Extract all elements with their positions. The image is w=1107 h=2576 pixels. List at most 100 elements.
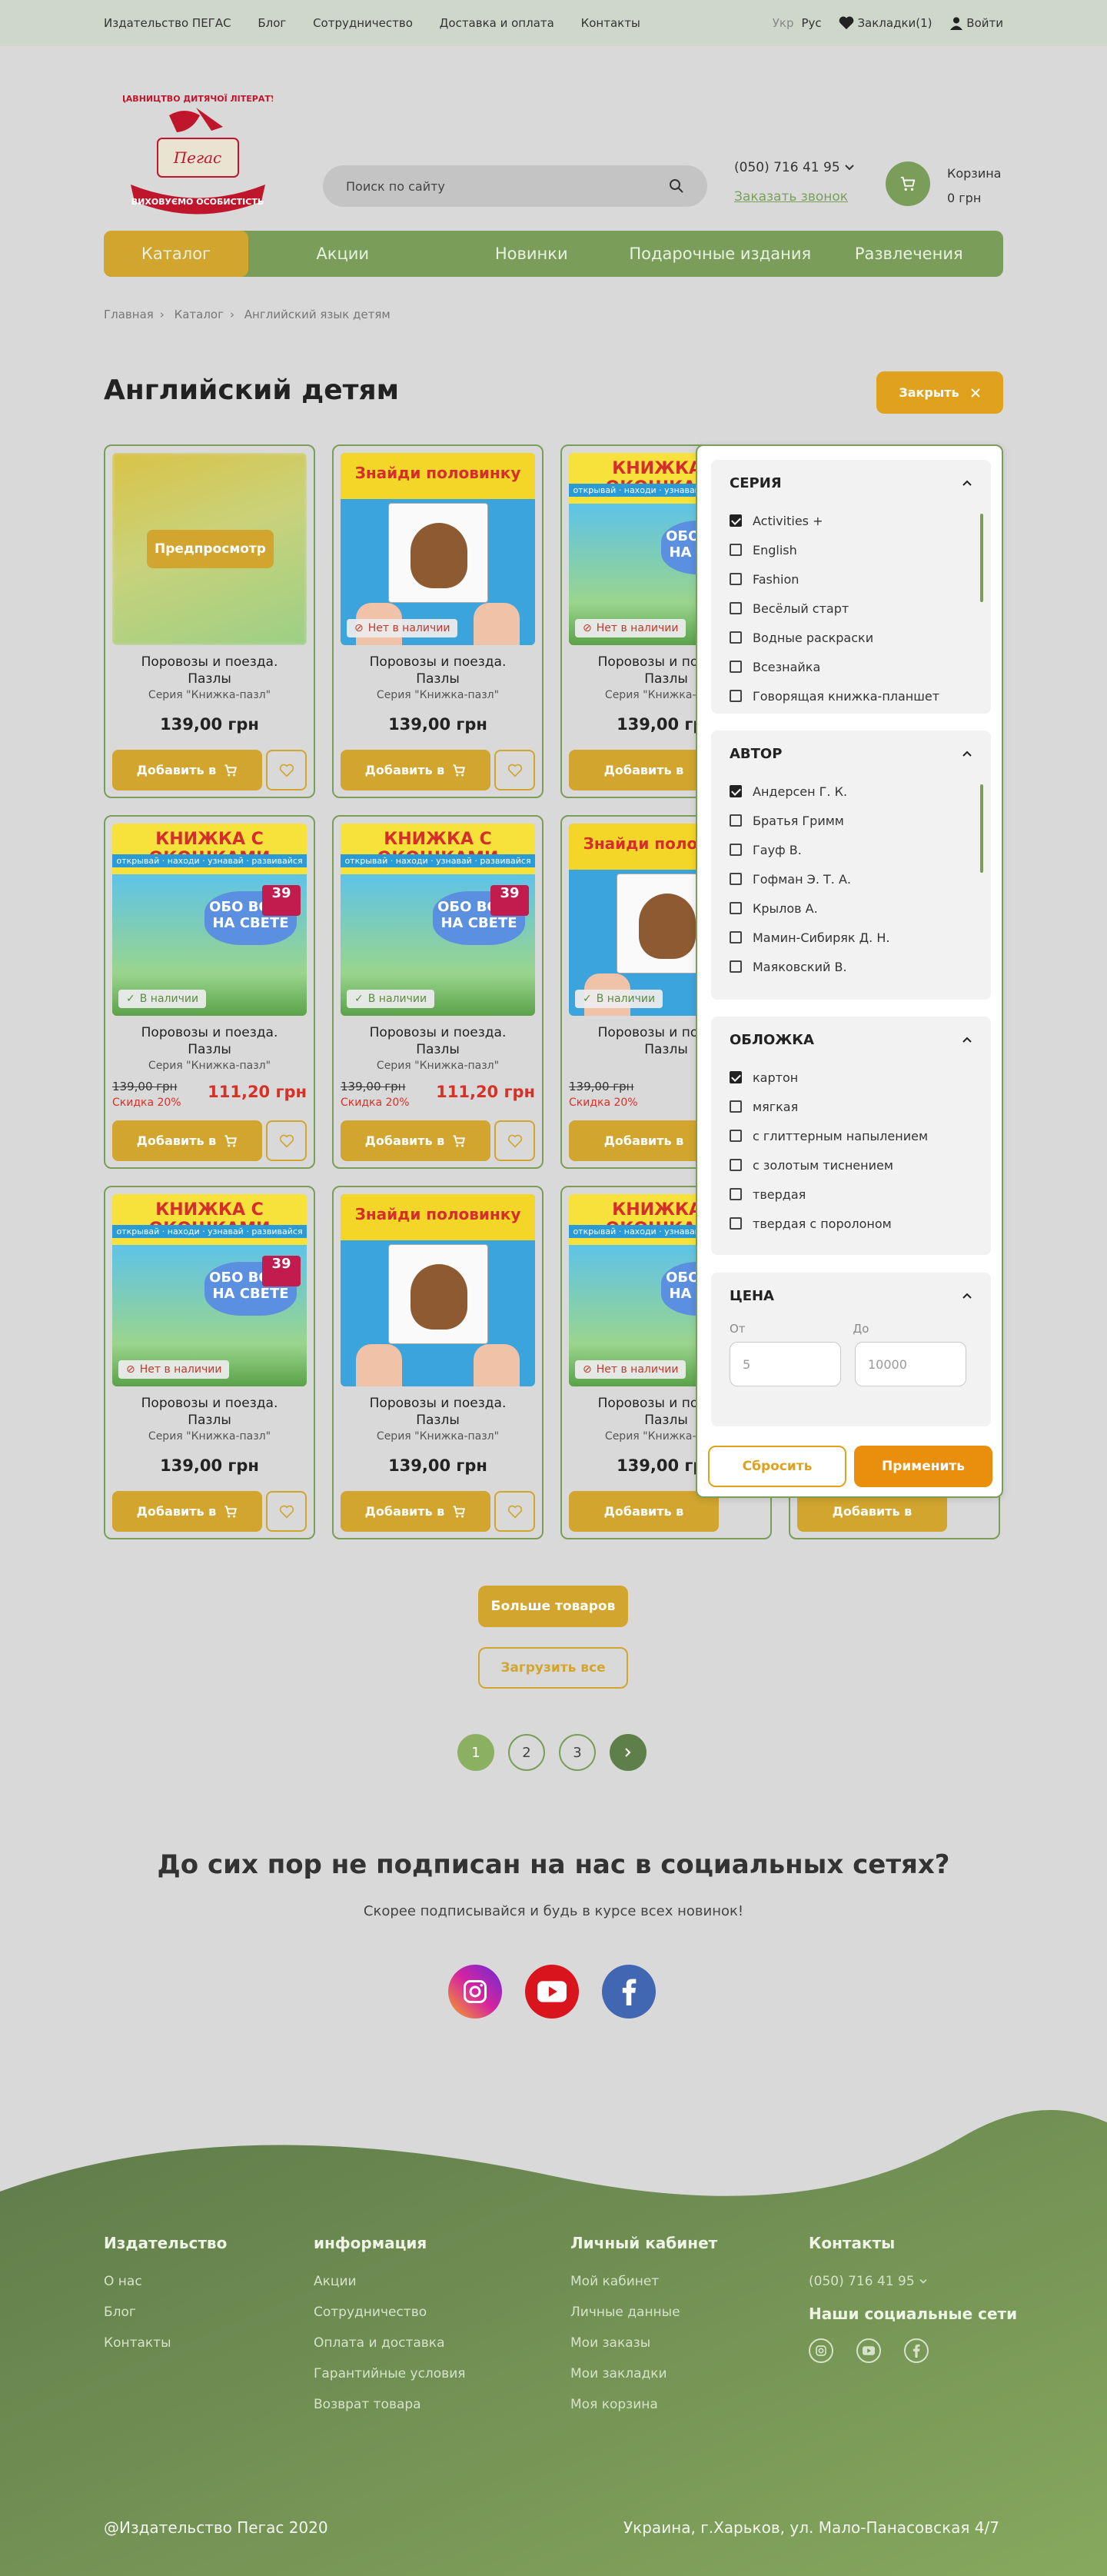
favorite-button[interactable]: [266, 750, 307, 790]
footer-link[interactable]: Моя корзина: [570, 2397, 717, 2412]
search-input[interactable]: Поиск по сайту: [323, 165, 707, 207]
product-name[interactable]: Поровозы и поездa. Пазлы: [105, 1395, 314, 1429]
nav-entertainment[interactable]: Развлечения: [815, 231, 1004, 277]
checkbox[interactable]: [730, 814, 742, 827]
filter-option[interactable]: Всезнайка: [730, 652, 972, 681]
checkbox[interactable]: [730, 785, 742, 797]
reset-filters-button[interactable]: Сбросить: [708, 1446, 846, 1487]
filter-option[interactable]: твердая с поролоном: [730, 1209, 972, 1238]
footer-link[interactable]: Оплата и доставка: [314, 2335, 465, 2351]
checkbox[interactable]: [730, 960, 742, 973]
footer-link[interactable]: Мои заказы: [570, 2335, 717, 2351]
add-to-cart-button[interactable]: Добавить в: [341, 1491, 490, 1532]
product-card[interactable]: КНИЖКА С ОКОШКАМИ открывай · находи · уз…: [332, 815, 544, 1169]
filter-option[interactable]: Весёлый старт: [730, 594, 972, 623]
filter-option[interactable]: Гофман Э. Т. А.: [730, 864, 972, 894]
footer-link[interactable]: Сотрудничество: [314, 2305, 465, 2320]
favorite-button[interactable]: [494, 1491, 535, 1532]
lang-rus[interactable]: Рус: [801, 16, 821, 30]
top-link-blog[interactable]: Блог: [258, 16, 286, 30]
product-image[interactable]: Знайди половинку: [341, 1194, 535, 1386]
page-1[interactable]: 1: [457, 1734, 494, 1771]
next-page-button[interactable]: [610, 1734, 647, 1771]
preview-button[interactable]: Предпросмотр: [147, 530, 274, 568]
product-image[interactable]: КНИЖКА С ОКОШКАМИ открывай · находи · уз…: [112, 1194, 307, 1386]
page-3[interactable]: 3: [559, 1734, 596, 1771]
top-link-contacts[interactable]: Контакты: [581, 16, 640, 30]
filter-option[interactable]: с золотым тиснением: [730, 1150, 972, 1180]
add-to-cart-button[interactable]: Добавить в: [112, 1120, 262, 1161]
add-to-cart-button[interactable]: Добавить в: [341, 750, 490, 790]
checkbox[interactable]: [730, 602, 742, 614]
checkbox[interactable]: [730, 690, 742, 702]
filter-option[interactable]: с глиттерным напылением: [730, 1121, 972, 1150]
add-to-cart-button[interactable]: Добавить в: [569, 1491, 719, 1532]
footer-link[interactable]: Личные данные: [570, 2305, 717, 2320]
footer-link[interactable]: Мои закладки: [570, 2366, 717, 2381]
footer-link[interactable]: О нас: [104, 2274, 227, 2289]
checkbox[interactable]: [730, 631, 742, 644]
product-name[interactable]: Поровозы и поездa. Пазлы: [334, 1024, 542, 1058]
filter-option[interactable]: твердая: [730, 1180, 972, 1209]
top-link-cooperation[interactable]: Сотрудничество: [313, 16, 413, 30]
product-name[interactable]: Поровозы и поездa. Пазлы: [334, 1395, 542, 1429]
filter-option[interactable]: Гауф В.: [730, 835, 972, 864]
price-from-input[interactable]: 5: [730, 1342, 841, 1386]
footer-link[interactable]: Возврат товара: [314, 2397, 465, 2412]
footer-phone[interactable]: (050) 716 41 95: [809, 2274, 1017, 2289]
filter-option[interactable]: Fashion: [730, 564, 972, 594]
add-to-cart-button[interactable]: Добавить в: [112, 1491, 262, 1532]
product-card[interactable]: КНИЖКА С ОКОШКАМИ открывай · находи · уз…: [104, 815, 315, 1169]
apply-filters-button[interactable]: Применить: [854, 1446, 992, 1487]
filter-series-header[interactable]: СЕРИЯ: [730, 460, 972, 506]
checkbox[interactable]: [730, 1159, 742, 1171]
checkbox[interactable]: [730, 573, 742, 585]
filter-cover-header[interactable]: ОБЛОЖКА: [730, 1017, 972, 1063]
checkbox[interactable]: [730, 661, 742, 673]
product-image[interactable]: КНИЖКА С ОКОШКАМИ открывай · находи · уз…: [341, 824, 535, 1016]
breadcrumb-catalog[interactable]: Каталог: [175, 308, 224, 321]
filter-author-header[interactable]: АВТОР: [730, 731, 972, 777]
product-name[interactable]: Поровозы и поездa. Пазлы: [105, 654, 314, 687]
top-link-delivery[interactable]: Доставка и оплата: [440, 16, 554, 30]
filter-option[interactable]: мягкая: [730, 1092, 972, 1121]
facebook-icon[interactable]: [904, 2338, 929, 2363]
checkbox[interactable]: [730, 844, 742, 856]
login-link[interactable]: Войти: [949, 16, 1003, 31]
nav-gifts[interactable]: Подарочные издания: [626, 231, 815, 277]
cart-summary[interactable]: Корзина 0 грн: [947, 161, 1001, 211]
filter-option[interactable]: Водные раскраски: [730, 623, 972, 652]
filter-option[interactable]: Андерсен Г. К.: [730, 777, 972, 806]
filter-option[interactable]: Братья Гримм: [730, 806, 972, 835]
favorite-button[interactable]: [266, 1120, 307, 1161]
filter-price-header[interactable]: ЦЕНА: [730, 1273, 972, 1319]
page-2[interactable]: 2: [508, 1734, 545, 1771]
nav-promos[interactable]: Акции: [248, 231, 437, 277]
youtube-icon[interactable]: [525, 1965, 579, 2019]
checkbox[interactable]: [730, 1100, 742, 1113]
nav-catalog[interactable]: Каталог: [104, 231, 248, 277]
checkbox[interactable]: [730, 514, 742, 527]
filter-option[interactable]: Activities +: [730, 506, 972, 535]
product-card[interactable]: Знайди половинку ⊘ Нет в наличии Поровозы…: [332, 444, 544, 798]
instagram-icon[interactable]: [809, 2338, 833, 2363]
product-name[interactable]: Поровозы и поездa. Пазлы: [334, 654, 542, 687]
favorite-button[interactable]: [494, 1120, 535, 1161]
footer-link[interactable]: Мой кабинет: [570, 2274, 717, 2289]
add-to-cart-button[interactable]: Добавить в: [341, 1120, 490, 1161]
product-card[interactable]: Предпросмотр Поровозы и поездa. Пазлы Сер…: [104, 444, 315, 798]
filter-option[interactable]: English: [730, 535, 972, 564]
price-to-input[interactable]: 10000: [855, 1342, 966, 1386]
filter-option[interactable]: Мамин-Сибиряк Д. Н.: [730, 923, 972, 952]
filter-option[interactable]: Крылов А.: [730, 894, 972, 923]
favorite-button[interactable]: [494, 750, 535, 790]
checkbox[interactable]: [730, 1071, 742, 1083]
scrollbar[interactable]: [980, 514, 983, 602]
product-image[interactable]: КНИЖКА С ОКОШКАМИ открывай · находи · уз…: [112, 824, 307, 1016]
scrollbar[interactable]: [980, 784, 983, 873]
load-all-button[interactable]: Загрузить все: [478, 1647, 628, 1689]
cart-button[interactable]: [886, 161, 930, 206]
filter-option[interactable]: Говорящая книжка-планшет: [730, 681, 972, 711]
callback-link[interactable]: Заказать звонок: [734, 189, 848, 205]
breadcrumb-home[interactable]: Главная: [104, 308, 154, 321]
